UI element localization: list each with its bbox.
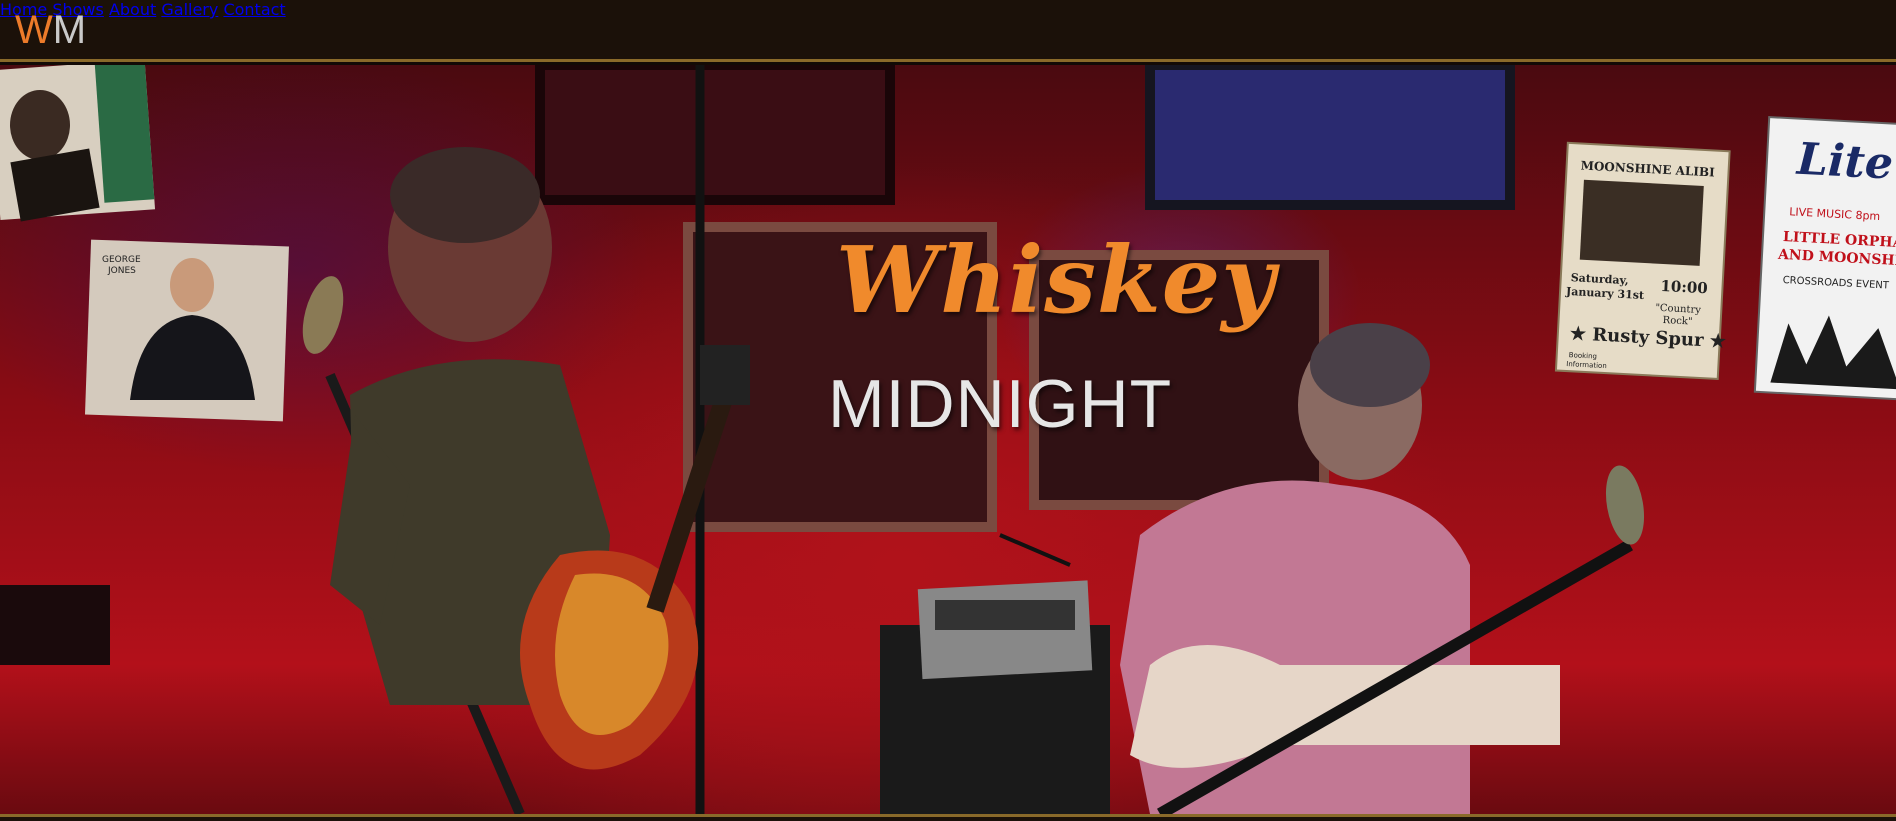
wall-speaker-left <box>535 65 895 205</box>
footer-strip <box>0 817 1896 821</box>
mixer-on-case <box>880 533 1110 814</box>
poster-lite: Lite LIVE MUSIC 8pm LITTLE ORPHA AND MOO… <box>1753 116 1896 401</box>
svg-text:GEORGE: GEORGE <box>102 255 141 265</box>
svg-text:Rock": Rock" <box>1662 315 1692 328</box>
logo-letter-m: M <box>52 8 87 52</box>
top-navbar: WM Home Shows About Gallery Contact <box>0 0 1896 62</box>
band-name-sub: MIDNIGHT <box>828 366 1173 442</box>
svg-text:Lite: Lite <box>1794 134 1895 190</box>
logo-letter-w: W <box>15 8 53 52</box>
nav-about-link[interactable]: About <box>109 0 156 19</box>
site-logo[interactable]: WM <box>15 6 86 54</box>
hero-banner: GEORGE JONES MOONSHINE ALIBI Saturday, J… <box>0 65 1896 814</box>
band-name-script: Whiskey <box>836 226 1276 334</box>
poster-moonshine-alibi: MOONSHINE ALIBI Saturday, January 31st 1… <box>1554 141 1731 381</box>
poster-elvis <box>0 65 156 222</box>
poster-george-jones: GEORGE JONES <box>84 239 289 422</box>
nav-contact-link[interactable]: Contact <box>223 0 285 19</box>
svg-text:10:00: 10:00 <box>1660 277 1708 297</box>
wall-speaker-right <box>1145 65 1515 210</box>
svg-text:JONES: JONES <box>107 266 136 276</box>
nav-gallery-link[interactable]: Gallery <box>161 0 218 19</box>
svg-text:Booking: Booking <box>1569 351 1598 360</box>
